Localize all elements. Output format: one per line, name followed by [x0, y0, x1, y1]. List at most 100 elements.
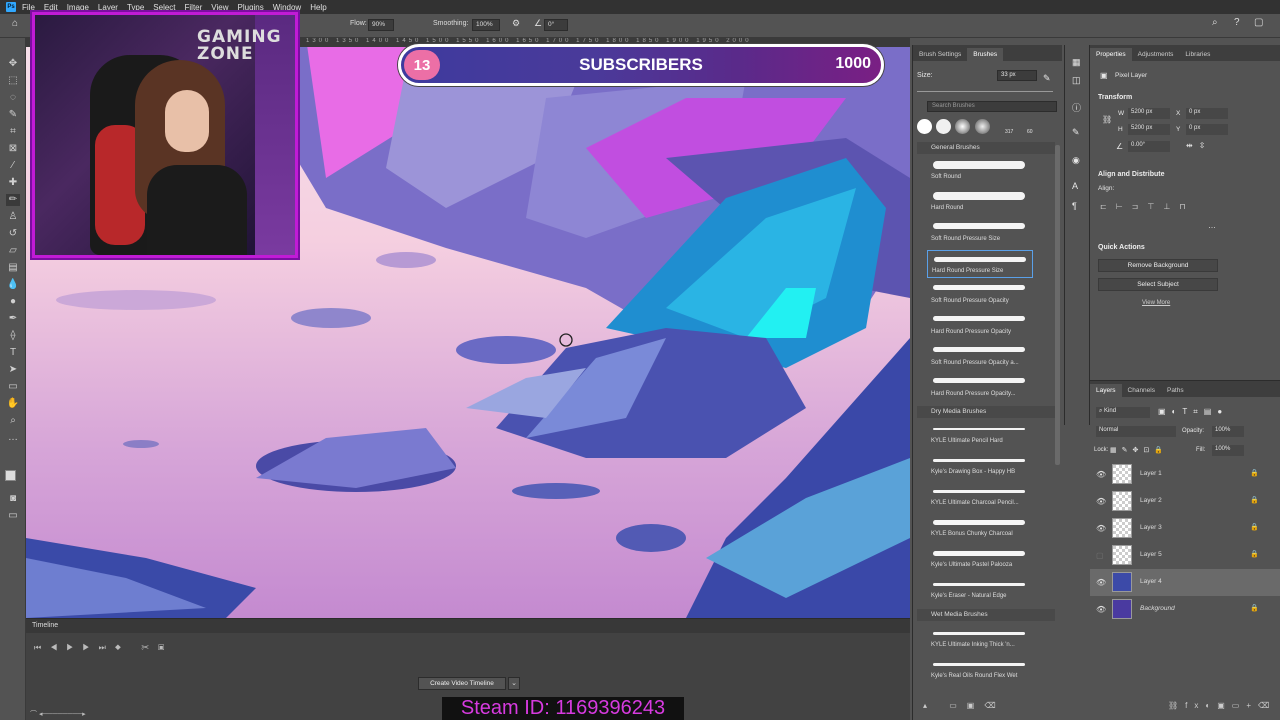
blur-tool-icon[interactable]: 💧 [6, 279, 20, 291]
layer-row[interactable]: 👁 Background 🔒 [1090, 596, 1280, 623]
brush-item[interactable]: KYLE Ultimate Pencil Hard [927, 421, 1033, 449]
menu-help[interactable]: Help [310, 3, 326, 12]
tab-adjustments[interactable]: Adjustments [1132, 48, 1180, 61]
more-tools-icon[interactable]: … [6, 432, 20, 444]
menu-window[interactable]: Window [273, 3, 301, 12]
create-video-timeline-button[interactable]: Create Video Timeline [418, 677, 506, 690]
quick-select-tool-icon[interactable]: ✎ [6, 109, 20, 121]
fill-field[interactable]: 100% [1212, 445, 1244, 456]
brush-group-general[interactable]: General Brushes [917, 142, 1055, 154]
height-field[interactable]: 5200 px [1128, 124, 1170, 135]
frame-tool-icon[interactable]: ⊠ [6, 143, 20, 155]
brush-item[interactable]: KYLE Ultimate Inking Thick 'n... [927, 625, 1033, 653]
remove-background-button[interactable]: Remove Background [1098, 259, 1218, 272]
search-icon[interactable]: ⌕ [1212, 17, 1218, 28]
more-options-icon[interactable]: … [1208, 221, 1216, 230]
healing-tool-icon[interactable]: ✚ [6, 177, 20, 189]
move-tool-icon[interactable]: ✥ [6, 58, 20, 70]
blend-mode-select[interactable]: Normal [1096, 426, 1176, 437]
brush-item[interactable]: Hard Round Pressure Opacity... [927, 374, 1033, 402]
quick-mask-icon[interactable]: ◙ [6, 493, 20, 505]
view-more-link[interactable]: View More [1142, 300, 1170, 306]
link-dimensions-icon[interactable]: ⛓ [1102, 115, 1112, 124]
marquee-tool-icon[interactable]: ⬚ [6, 75, 20, 87]
eyedropper-tool-icon[interactable]: ⁄ [6, 160, 20, 172]
visibility-eye-icon[interactable]: 👁 [1096, 524, 1106, 533]
new-brush-icon[interactable]: ✎ [1043, 73, 1051, 84]
brush-item[interactable]: Kyle's Ultimate Pastel Palooza [927, 545, 1033, 573]
angle-field[interactable]: 0.00° [1128, 141, 1170, 152]
brushes-footer-icons[interactable]: ▴ ▭▣⌫ [923, 701, 1006, 710]
tab-layers[interactable]: Layers [1090, 384, 1122, 397]
visibility-eye-icon[interactable]: 👁 [1096, 497, 1106, 506]
select-subject-button[interactable]: Select Subject [1098, 278, 1218, 291]
smoothing-field[interactable]: 100% [472, 19, 500, 31]
layer-filter-icons[interactable]: ▣◐T⌗▤● [1158, 407, 1228, 417]
visibility-eye-icon[interactable]: 👁 [1096, 470, 1106, 479]
layer-row-selected[interactable]: 👁 Layer 4 [1090, 569, 1280, 596]
color-icon[interactable]: ◫ [1072, 75, 1081, 86]
layer-row[interactable]: ▢ Layer 5 🔒 [1090, 542, 1280, 569]
menu-file[interactable]: File [22, 3, 35, 12]
crop-tool-icon[interactable]: ⌗ [6, 126, 20, 138]
history-icon[interactable]: ▦ [1072, 57, 1081, 68]
layer-filter-kind[interactable]: ⌕ Kind [1096, 407, 1150, 418]
menu-layer[interactable]: Layer [98, 3, 118, 12]
align-buttons-icons[interactable]: ⊏⊢⊐⊤⊥⊓ [1100, 202, 1195, 211]
pen-tool-icon[interactable]: ✒ [6, 313, 20, 325]
layer-row[interactable]: 👁 Layer 2 🔒 [1090, 488, 1280, 515]
menu-view[interactable]: View [211, 3, 228, 12]
brush-item[interactable]: Soft Round [927, 157, 1033, 185]
timeline-playback-controls[interactable]: ⏮◀▶▶⏭◆ ✂▣ [34, 643, 173, 653]
info-icon[interactable]: ⓘ [1072, 101, 1081, 114]
tab-libraries[interactable]: Libraries [1179, 48, 1216, 61]
brush-group-wet-media[interactable]: Wet Media Brushes [917, 609, 1055, 621]
brush-tip-hard-2[interactable] [936, 119, 951, 134]
home-icon[interactable]: ⌂ [12, 18, 18, 29]
brushes-scrollbar[interactable] [1055, 145, 1060, 465]
brush-item[interactable]: Kyle's Real Oils Round Flex Wet [927, 656, 1033, 684]
brush-item[interactable]: KYLE Ultimate Charcoal Pencil... [927, 483, 1033, 511]
x-field[interactable]: 0 px [1186, 108, 1228, 119]
tab-brushes[interactable]: Brushes [967, 48, 1004, 61]
menu-edit[interactable]: Edit [44, 3, 58, 12]
brush-item[interactable]: Kyle's Eraser - Natural Edge [927, 576, 1033, 604]
layer-row[interactable]: 👁 Layer 3 🔒 [1090, 515, 1280, 542]
brush-item[interactable]: Hard Round [927, 188, 1033, 216]
opacity-field[interactable]: 100% [1212, 426, 1244, 437]
menu-select[interactable]: Select [153, 3, 175, 12]
brush-item[interactable]: Hard Round Pressure Opacity [927, 312, 1033, 340]
brush-size-field[interactable]: 33 px [997, 70, 1037, 81]
brush-tip-soft-2[interactable] [975, 119, 990, 134]
visibility-eye-icon[interactable]: 👁 [1096, 578, 1106, 587]
visibility-eye-icon[interactable]: 👁 [1096, 605, 1106, 614]
gradient-tool-icon[interactable]: ▤ [6, 262, 20, 274]
clone-source-icon[interactable]: ◉ [1072, 155, 1080, 166]
brush-item-selected[interactable]: Hard Round Pressure Size [927, 250, 1033, 278]
brush-item[interactable]: Soft Round Pressure Size [927, 219, 1033, 247]
brush-group-dry-media[interactable]: Dry Media Brushes [917, 406, 1055, 418]
brush-tool-icon[interactable]: ✏ [6, 194, 20, 206]
path-select-tool-icon[interactable]: ➤ [6, 364, 20, 376]
gear-icon[interactable]: ⚙ [512, 18, 520, 29]
recent-brush-tips[interactable]: 317 60 [917, 117, 1057, 137]
brush-item[interactable]: Soft Round Pressure Opacity a... [927, 343, 1033, 371]
menu-plugins[interactable]: Plugins [238, 3, 264, 12]
screen-mode-icon[interactable]: ▭ [6, 510, 20, 522]
angle-field[interactable]: 0° [544, 19, 568, 31]
timeline-zoom-slider[interactable]: ⌒ ◂────────▸ [30, 709, 86, 719]
menu-type[interactable]: Type [127, 3, 144, 12]
type-tool-icon[interactable]: T [6, 347, 20, 359]
layer-row[interactable]: 👁 Layer 1 🔒 [1090, 461, 1280, 488]
tab-brush-settings[interactable]: Brush Settings [913, 48, 967, 61]
paragraph-icon[interactable]: ¶ [1072, 201, 1077, 211]
brush-panel-icon[interactable]: ✎ [1072, 127, 1080, 138]
help-icon[interactable]: ? [1234, 17, 1240, 28]
lock-icons[interactable]: ▦✎✥⊡🔒 [1110, 446, 1168, 454]
width-field[interactable]: 5200 px [1128, 108, 1170, 119]
visibility-eye-icon[interactable]: ▢ [1096, 551, 1104, 560]
brush-item[interactable]: Kyle's Drawing Box - Happy HB [927, 452, 1033, 480]
dodge-tool-icon[interactable]: ● [6, 296, 20, 308]
brush-tip-soft[interactable] [955, 119, 970, 134]
tab-properties[interactable]: Properties [1090, 48, 1132, 61]
